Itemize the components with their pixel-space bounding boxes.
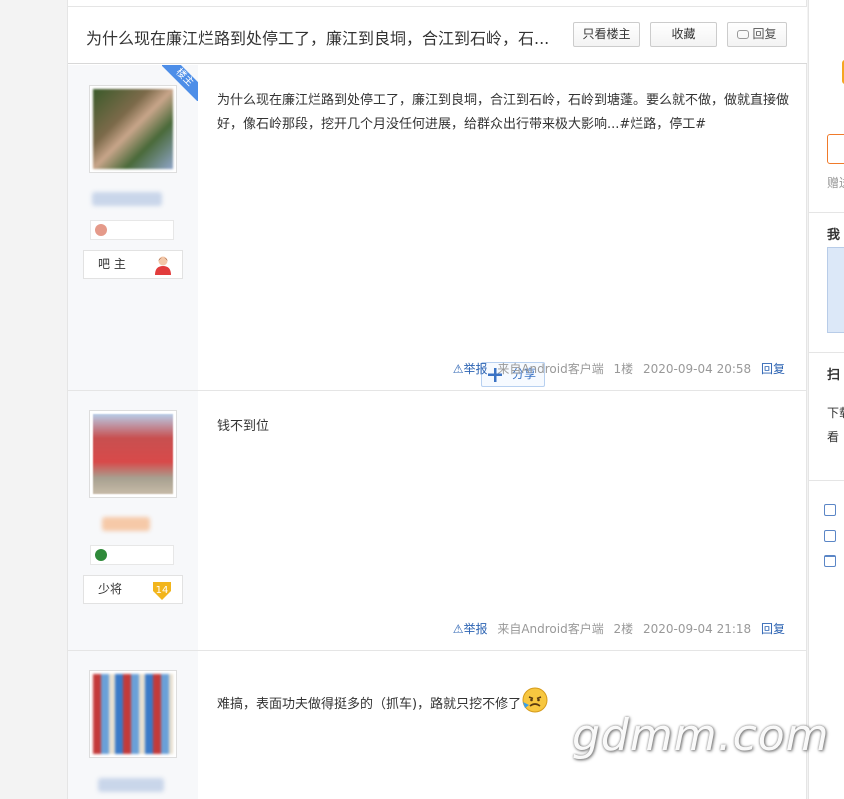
avatar[interactable]	[89, 410, 177, 498]
post-source: 来自Android客户端	[497, 622, 604, 636]
author-panel: 楼主 吧 主	[68, 65, 198, 390]
sidebar-divider	[809, 352, 844, 353]
report-link[interactable]: ⚠举报	[453, 622, 488, 636]
sidebar-heading: 扫	[827, 368, 841, 383]
post-2: 少将 14 钱不到位 ⚠举报 来自Android客户端 2楼 2020-09-0…	[68, 391, 807, 651]
right-sidebar: 赠送 我 扫 下载 看	[808, 0, 844, 799]
sidebar-divider	[809, 480, 844, 481]
rank-label: 吧 主	[98, 257, 126, 271]
post-time: 2020-09-04 20:58	[643, 362, 752, 376]
sidebar-text: 下载	[827, 406, 844, 420]
sidebar-text: 赠送	[827, 176, 844, 190]
floor-number: 1楼	[613, 362, 634, 376]
post-1: 楼主 吧 主 为什么现在廉江烂路到处停工了，廉江到良垌，合江到石岭，石岭到塘蓬。…	[68, 65, 807, 391]
trash-icon[interactable]	[824, 555, 836, 567]
sidebar-heading: 我	[827, 228, 841, 243]
svg-text:14: 14	[156, 585, 169, 596]
reply-button[interactable]: 回复	[727, 22, 787, 47]
comment-icon	[737, 30, 750, 39]
sidebar-text: 看	[827, 430, 840, 444]
reply-link[interactable]: 回复	[761, 362, 785, 376]
post-text: 难搞，表面功夫做得挺多的（抓车)，路就只挖不修了	[217, 697, 522, 712]
moderator-icon	[155, 256, 171, 275]
sidebar-image[interactable]	[827, 247, 844, 333]
post-source: 来自Android客户端	[497, 362, 604, 376]
floor-number: 2楼	[613, 622, 634, 636]
rank-badge[interactable]: 吧 主	[83, 250, 183, 279]
avatar[interactable]	[89, 85, 177, 173]
level-shield-icon: 14	[153, 582, 171, 600]
badge-icon[interactable]	[824, 530, 836, 542]
rank-label: 少将	[98, 582, 123, 596]
post-content: 钱不到位	[217, 419, 270, 434]
author-panel	[68, 651, 198, 799]
sidebar-input[interactable]	[827, 134, 844, 164]
edit-icon[interactable]	[824, 504, 836, 516]
member-badge[interactable]	[90, 220, 174, 240]
post-meta: ⚠举报 来自Android客户端 1楼 2020-09-04 20:58 回复	[453, 360, 785, 377]
username[interactable]	[102, 517, 150, 531]
main-column: 为什么现在廉江烂路到处停工了，廉江到良垌，合江到石岭，石... 只看楼主 收藏 …	[67, 0, 807, 799]
rank-badge[interactable]: 少将 14	[83, 575, 183, 604]
username[interactable]	[92, 192, 162, 206]
thread-header: 为什么现在廉江烂路到处停工了，廉江到良垌，合江到石岭，石... 只看楼主 收藏 …	[68, 6, 807, 64]
favorite-button[interactable]: 收藏	[650, 22, 717, 47]
post-time: 2020-09-04 21:18	[643, 622, 752, 636]
username[interactable]	[98, 778, 164, 792]
report-link[interactable]: ⚠举报	[453, 362, 488, 376]
report-label: 举报	[463, 362, 488, 376]
author-panel: 少将 14	[68, 391, 198, 650]
watermark: gdmm.com	[572, 710, 830, 761]
thread-title: 为什么现在廉江烂路到处停工了，廉江到良垌，合江到石岭，石...	[86, 29, 550, 48]
reply-link[interactable]: 回复	[761, 622, 785, 636]
post-meta: ⚠举报 来自Android客户端 2楼 2020-09-04 21:18 回复	[453, 620, 785, 637]
member-badge[interactable]	[90, 545, 174, 565]
angry-face-icon	[522, 687, 548, 713]
avatar[interactable]	[89, 670, 177, 758]
sidebar-divider	[809, 212, 844, 213]
post-content: 为什么现在廉江烂路到处停工了，廉江到良垌，合江到石岭，石岭到塘蓬。要么就不做，做…	[217, 93, 790, 132]
reply-button-label: 回复	[752, 27, 777, 41]
report-label: 举报	[463, 622, 488, 636]
only-op-button[interactable]: 只看楼主	[573, 22, 640, 47]
